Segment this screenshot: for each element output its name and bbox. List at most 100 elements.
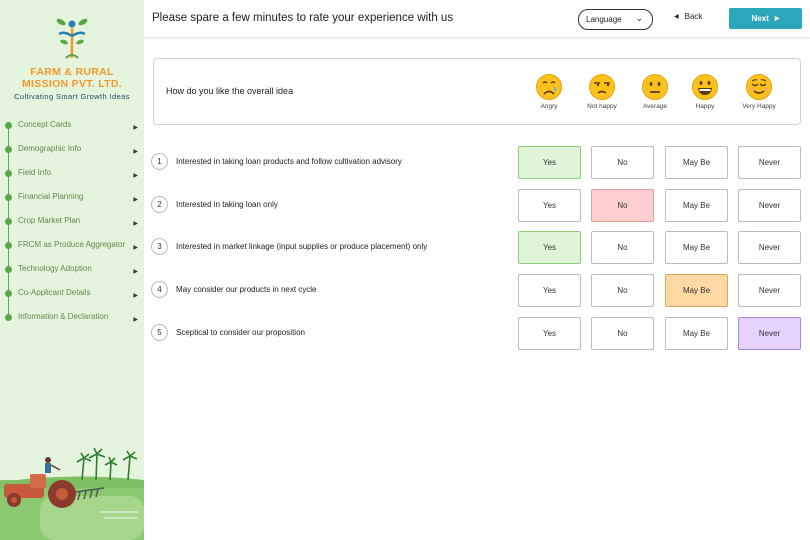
answer-maybe-button[interactable]: May Be bbox=[665, 317, 728, 350]
back-button-label: Back bbox=[684, 12, 703, 21]
step-dot-icon bbox=[5, 266, 12, 273]
sidebar-nav: Concept Cards ▶ Demographic Info ▶ Field… bbox=[0, 116, 144, 332]
sidebar-item-concept-cards[interactable]: Concept Cards ▶ bbox=[0, 116, 144, 140]
caret-right-icon: ▶ bbox=[133, 125, 138, 131]
step-dot-icon bbox=[5, 146, 12, 153]
sidebar-item-financial-planning[interactable]: Financial Planning ▶ bbox=[0, 188, 144, 212]
rating-option-label: Average bbox=[642, 103, 668, 110]
answer-no-button[interactable]: No bbox=[591, 189, 654, 222]
answer-never-button[interactable]: Never bbox=[738, 146, 801, 179]
caret-right-icon: ▶ bbox=[133, 269, 138, 275]
rating-option-average[interactable]: Average bbox=[632, 73, 678, 110]
answer-yes-button[interactable]: Yes bbox=[518, 317, 581, 350]
answer-no-button[interactable]: No bbox=[591, 231, 654, 264]
answer-yes-button[interactable]: Yes bbox=[518, 146, 581, 179]
answer-maybe-button[interactable]: May Be bbox=[665, 189, 728, 222]
logo-plant-person-icon bbox=[56, 18, 88, 59]
relieved-face-icon bbox=[746, 74, 772, 100]
rating-option-label: Angry bbox=[540, 103, 558, 110]
answer-maybe-button[interactable]: May Be bbox=[665, 231, 728, 264]
farm-illustration bbox=[0, 447, 144, 540]
step-dot-icon bbox=[5, 242, 12, 249]
caret-right-icon: ▶ bbox=[133, 245, 138, 251]
overall-rating-card: How do you like the overall idea Angry N… bbox=[153, 58, 801, 125]
next-button[interactable]: Next ▶ bbox=[729, 8, 802, 29]
triangle-left-icon: ◀ bbox=[674, 14, 679, 20]
chevron-down-icon: ⌄ bbox=[635, 13, 643, 23]
sidebar-item-label: Financial Planning bbox=[18, 192, 84, 201]
question-number: 4 bbox=[151, 281, 168, 298]
answer-yes-button[interactable]: Yes bbox=[518, 274, 581, 307]
answer-no-button[interactable]: No bbox=[591, 317, 654, 350]
back-button[interactable]: ◀ Back bbox=[674, 12, 702, 21]
sidebar-item-frcm-aggregator[interactable]: FRCM as Produce Aggregator ▶ bbox=[0, 236, 144, 260]
next-button-label: Next bbox=[751, 14, 769, 23]
question-row: 5 Sceptical to consider our proposition … bbox=[151, 317, 803, 350]
answer-no-button[interactable]: No bbox=[591, 274, 654, 307]
crying-face-icon bbox=[536, 74, 562, 100]
brand-line-1: FARM & RURAL bbox=[30, 66, 114, 78]
step-dot-icon bbox=[5, 170, 12, 177]
question-text: Interested in taking loan products and f… bbox=[176, 157, 402, 166]
question-number: 2 bbox=[151, 196, 168, 213]
answer-yes-button[interactable]: Yes bbox=[518, 231, 581, 264]
rating-option-label: Very Happy bbox=[742, 103, 776, 110]
step-dot-icon bbox=[5, 314, 12, 321]
sidebar-item-label: Crop Market Plan bbox=[18, 216, 81, 225]
language-select[interactable]: Language ⌄ bbox=[578, 9, 653, 30]
neutral-face-icon bbox=[642, 74, 668, 100]
rating-option-angry[interactable]: Angry bbox=[526, 73, 572, 110]
step-dot-icon bbox=[5, 290, 12, 297]
sidebar-item-label: Demographic Info bbox=[18, 144, 82, 153]
sidebar-item-demographic-info[interactable]: Demographic Info ▶ bbox=[0, 140, 144, 164]
sidebar-item-information-declaration[interactable]: Information & Declaration ▶ bbox=[0, 308, 144, 332]
sidebar-item-label: Technology Adoption bbox=[18, 264, 92, 273]
sidebar-item-label: FRCM as Produce Aggregator bbox=[18, 240, 126, 249]
rating-option-not-happy[interactable]: Not happy bbox=[579, 73, 625, 110]
brand-line-2: MISSION PVT. LTD. bbox=[22, 78, 122, 90]
question-row: 4 May consider our products in next cycl… bbox=[151, 274, 803, 307]
sidebar-item-crop-market-plan[interactable]: Crop Market Plan ▶ bbox=[0, 212, 144, 236]
sidebar-item-label: Information & Declaration bbox=[18, 312, 109, 321]
sidebar-item-technology-adoption[interactable]: Technology Adoption ▶ bbox=[0, 260, 144, 284]
caret-right-icon: ▶ bbox=[133, 317, 138, 323]
caret-right-icon: ▶ bbox=[133, 149, 138, 155]
question-text: Sceptical to consider our proposition bbox=[176, 328, 305, 337]
sidebar-item-label: Concept Cards bbox=[18, 120, 72, 129]
caret-right-icon: ▶ bbox=[133, 293, 138, 299]
sidebar-item-field-info[interactable]: Field Info ▶ bbox=[0, 164, 144, 188]
answer-never-button[interactable]: Never bbox=[738, 317, 801, 350]
step-dot-icon bbox=[5, 194, 12, 201]
rating-option-label: Not happy bbox=[587, 103, 617, 110]
step-dot-icon bbox=[5, 218, 12, 225]
rating-option-happy[interactable]: Happy bbox=[682, 73, 728, 110]
rating-question: How do you like the overall idea bbox=[166, 86, 294, 96]
page-title: Please spare a few minutes to rate your … bbox=[152, 12, 454, 24]
sidebar-item-label: Co-Applicant Details bbox=[18, 288, 91, 297]
sidebar: FARM & RURAL MISSION PVT. LTD. Cultivati… bbox=[0, 0, 144, 540]
answer-maybe-button[interactable]: May Be bbox=[665, 274, 728, 307]
question-row: 1 Interested in taking loan products and… bbox=[151, 146, 803, 179]
rating-option-very-happy[interactable]: Very Happy bbox=[736, 73, 782, 110]
rating-option-label: Happy bbox=[695, 103, 715, 110]
top-bar: Please spare a few minutes to rate your … bbox=[144, 0, 810, 38]
caret-right-icon: ▶ bbox=[133, 221, 138, 227]
brand-name: FARM & RURAL MISSION PVT. LTD. bbox=[0, 66, 144, 90]
tagline: Cultivating Smart Growth Ideas bbox=[14, 92, 130, 101]
answer-never-button[interactable]: Never bbox=[738, 231, 801, 264]
sidebar-item-label: Field Info bbox=[18, 168, 51, 177]
answer-never-button[interactable]: Never bbox=[738, 274, 801, 307]
grinning-face-icon bbox=[692, 74, 718, 100]
answer-maybe-button[interactable]: May Be bbox=[665, 146, 728, 179]
question-number: 1 bbox=[151, 153, 168, 170]
answer-no-button[interactable]: No bbox=[591, 146, 654, 179]
question-text: Interested in taking loan only bbox=[176, 200, 278, 209]
question-text: May consider our products in next cycle bbox=[176, 285, 317, 294]
question-number: 3 bbox=[151, 238, 168, 255]
sidebar-item-co-applicant-details[interactable]: Co-Applicant Details ▶ bbox=[0, 284, 144, 308]
language-select-label: Language bbox=[586, 15, 622, 24]
caret-right-icon: ▶ bbox=[133, 173, 138, 179]
answer-never-button[interactable]: Never bbox=[738, 189, 801, 222]
caret-right-icon: ▶ bbox=[133, 197, 138, 203]
answer-yes-button[interactable]: Yes bbox=[518, 189, 581, 222]
